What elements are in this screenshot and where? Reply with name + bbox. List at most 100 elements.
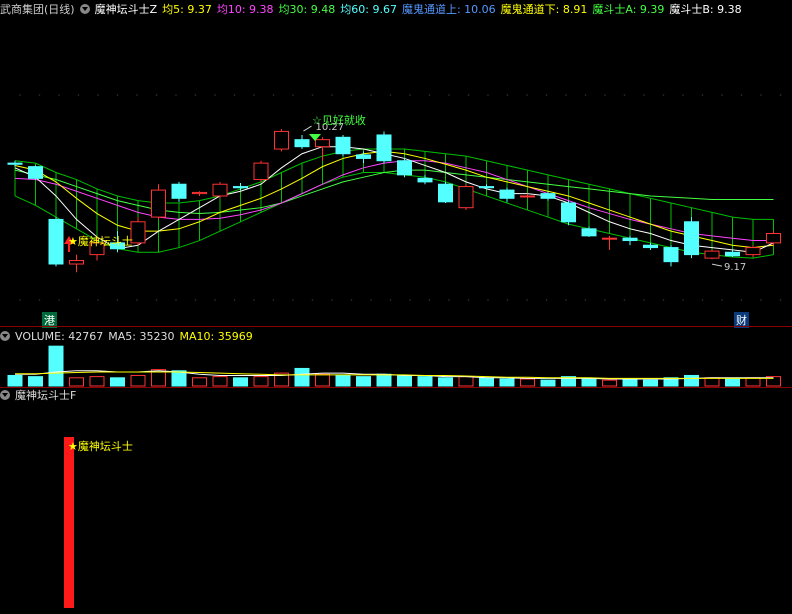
grid-dot bbox=[662, 94, 665, 96]
candle-body[interactable] bbox=[192, 191, 207, 195]
grid-dot bbox=[721, 299, 723, 301]
grid-dot bbox=[643, 299, 645, 301]
candle-body[interactable] bbox=[643, 244, 658, 249]
grid-dot bbox=[253, 94, 255, 96]
candle-body[interactable] bbox=[356, 154, 371, 159]
candle-body[interactable] bbox=[704, 250, 720, 259]
volume-bar[interactable] bbox=[294, 367, 310, 387]
volume-bar[interactable] bbox=[745, 377, 761, 387]
volume-bar[interactable] bbox=[520, 378, 535, 387]
grid-dot bbox=[506, 94, 509, 96]
candle-body[interactable] bbox=[438, 183, 453, 203]
candle-body[interactable] bbox=[417, 177, 433, 183]
grid-dot bbox=[584, 94, 587, 96]
grid-dot bbox=[760, 299, 762, 301]
volume-bar[interactable] bbox=[335, 374, 351, 387]
volume-bar[interactable] bbox=[28, 376, 43, 387]
grid-dot bbox=[779, 94, 782, 96]
volume-bar[interactable] bbox=[233, 377, 248, 387]
pane-separator-2[interactable] bbox=[0, 387, 792, 388]
candle-body[interactable] bbox=[458, 186, 474, 209]
grid-dot bbox=[253, 299, 255, 301]
volume-dropdown-icon[interactable] bbox=[0, 331, 10, 341]
candle-body[interactable] bbox=[499, 189, 515, 199]
sub-dropdown-icon[interactable] bbox=[0, 390, 10, 400]
candle-body[interactable] bbox=[253, 162, 269, 181]
volume-bar[interactable] bbox=[684, 374, 699, 387]
ma60-line bbox=[14, 169, 774, 215]
grid-dot bbox=[233, 299, 236, 301]
candle-body[interactable] bbox=[766, 233, 781, 244]
volume-bar[interactable] bbox=[499, 378, 515, 387]
candle-body[interactable] bbox=[540, 193, 556, 199]
volume-bar[interactable] bbox=[458, 376, 474, 387]
candle-body[interactable] bbox=[622, 237, 638, 242]
volume-bar[interactable] bbox=[89, 376, 105, 387]
volume-bar[interactable] bbox=[622, 378, 638, 387]
candle-body[interactable] bbox=[335, 136, 351, 155]
candle-body[interactable] bbox=[212, 183, 228, 197]
volume-bar[interactable] bbox=[397, 374, 412, 387]
grid-dot bbox=[506, 299, 509, 301]
volume-bar[interactable] bbox=[540, 379, 556, 387]
candle-body[interactable] bbox=[725, 251, 740, 257]
candle-body[interactable] bbox=[130, 221, 146, 244]
candle-body[interactable] bbox=[69, 259, 84, 265]
sub-indicator-name[interactable]: 魔神坛斗士F bbox=[15, 389, 76, 402]
volume-bar[interactable] bbox=[130, 374, 146, 387]
volume-bar[interactable] bbox=[417, 376, 433, 387]
volume-bar[interactable] bbox=[315, 373, 330, 387]
candle-body[interactable] bbox=[151, 189, 166, 218]
candle-body[interactable] bbox=[663, 247, 679, 263]
grid-dot bbox=[643, 94, 645, 96]
candle-body[interactable] bbox=[7, 162, 23, 165]
candle-body[interactable] bbox=[581, 228, 597, 237]
candle-body[interactable] bbox=[397, 160, 412, 176]
volume-bar[interactable] bbox=[212, 376, 228, 387]
candle-body[interactable] bbox=[561, 202, 576, 223]
volume-bar[interactable] bbox=[171, 370, 187, 387]
volume-bar[interactable] bbox=[110, 377, 125, 387]
grid-dot bbox=[487, 299, 489, 301]
volume-bar[interactable] bbox=[192, 377, 207, 387]
candle-body[interactable] bbox=[48, 218, 64, 265]
sub-signal-bar[interactable] bbox=[64, 437, 74, 608]
grid-dot bbox=[526, 299, 528, 301]
volume-bar[interactable] bbox=[602, 379, 617, 387]
candle-body[interactable] bbox=[684, 221, 699, 256]
volume-bar[interactable] bbox=[438, 377, 453, 387]
sub-header: 魔神坛斗士F bbox=[0, 388, 81, 404]
volume-bar[interactable] bbox=[376, 373, 392, 387]
candle-body[interactable] bbox=[745, 247, 761, 256]
volume-bar[interactable] bbox=[7, 374, 23, 387]
volume-bar[interactable] bbox=[581, 378, 597, 387]
volume-bar[interactable] bbox=[704, 377, 720, 387]
candle-body[interactable] bbox=[479, 186, 494, 189]
volume-bar[interactable] bbox=[69, 377, 84, 387]
volume-bar[interactable] bbox=[48, 345, 64, 387]
grid-dot bbox=[740, 94, 743, 96]
pane-separator-1[interactable] bbox=[0, 326, 792, 327]
candle-body[interactable] bbox=[28, 166, 43, 179]
volume-bar[interactable] bbox=[725, 378, 740, 387]
grid-dot bbox=[662, 299, 665, 301]
grid-dot bbox=[155, 94, 158, 96]
candle-body[interactable] bbox=[274, 130, 289, 150]
volume-bar[interactable] bbox=[479, 377, 494, 387]
candle-body[interactable] bbox=[520, 195, 535, 198]
candle-body[interactable] bbox=[233, 186, 248, 189]
candle-body[interactable] bbox=[294, 139, 310, 148]
volume-bar[interactable] bbox=[356, 376, 371, 387]
candle-body[interactable] bbox=[171, 183, 187, 199]
grid-dot bbox=[58, 94, 60, 96]
grid-dot bbox=[292, 94, 294, 96]
candle-body[interactable] bbox=[602, 237, 617, 240]
candle-body[interactable] bbox=[376, 134, 392, 162]
low-pointer bbox=[711, 263, 723, 267]
grid-dot bbox=[97, 94, 99, 96]
volume-bar[interactable] bbox=[253, 376, 269, 387]
volume-bar[interactable] bbox=[643, 379, 658, 387]
candle-body[interactable] bbox=[315, 139, 330, 148]
low-price-label: 9.17 bbox=[724, 262, 746, 273]
price-chart[interactable]: 10.279.17☆见好就收★魔神坛斗士★魔神坛斗士 bbox=[0, 0, 792, 614]
